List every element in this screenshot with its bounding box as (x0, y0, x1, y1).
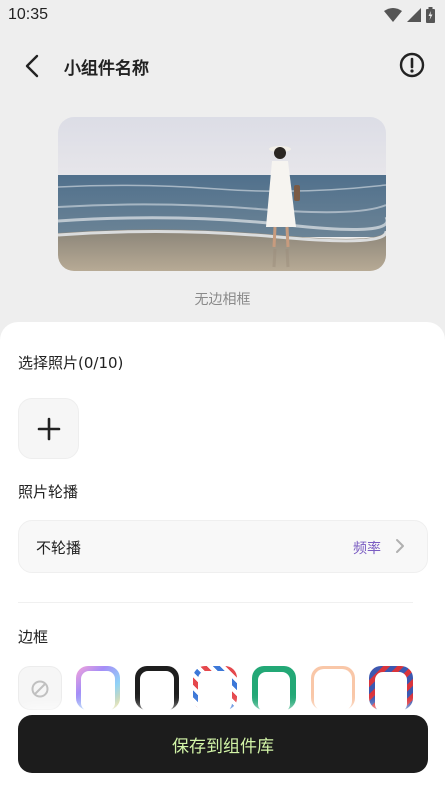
chevron-right-icon (396, 539, 404, 553)
exclamation-circle-icon (399, 52, 425, 78)
beach-photo (58, 117, 386, 271)
carousel-setting-row[interactable]: 不轮播 频率 (18, 520, 428, 573)
frame-option-red-blue[interactable] (369, 666, 413, 712)
frame-option-gradient[interactable] (76, 666, 120, 711)
select-photo-label: 选择照片(0/10) (18, 354, 124, 372)
back-button[interactable] (18, 52, 46, 80)
status-bar: 10:35 (0, 0, 445, 30)
frame-option-stripe[interactable] (193, 666, 237, 711)
frame-option-peach[interactable] (311, 666, 355, 711)
page-title: 小组件名称 (64, 59, 149, 79)
signal-icon (407, 8, 421, 22)
save-to-library-button[interactable]: 保存到组件库 (18, 715, 428, 773)
frame-option-green-dotted[interactable] (252, 666, 296, 712)
frame-option-black[interactable] (135, 666, 179, 711)
plus-icon (37, 417, 60, 440)
carousel-value: 不轮播 (36, 539, 82, 557)
settings-sheet: 选择照片(0/10) 照片轮播 不轮播 频率 边框 保存到组件库 (0, 322, 445, 791)
chevron-left-icon (25, 54, 39, 78)
frame-option-none[interactable] (18, 666, 62, 710)
section-divider (18, 602, 413, 603)
header: 小组件名称 (0, 40, 445, 90)
status-icons (384, 7, 435, 23)
carousel-frequency-label: 频率 (353, 541, 381, 557)
no-frame-icon (31, 680, 49, 698)
add-photo-button[interactable] (18, 398, 79, 459)
info-button[interactable] (399, 52, 425, 78)
frame-style-caption: 无边相框 (194, 292, 251, 308)
status-time: 10:35 (8, 6, 49, 23)
carousel-label: 照片轮播 (18, 483, 79, 501)
wifi-icon (384, 8, 402, 22)
frame-label: 边框 (18, 628, 49, 646)
battery-icon (426, 7, 435, 23)
widget-preview-image (58, 117, 386, 271)
